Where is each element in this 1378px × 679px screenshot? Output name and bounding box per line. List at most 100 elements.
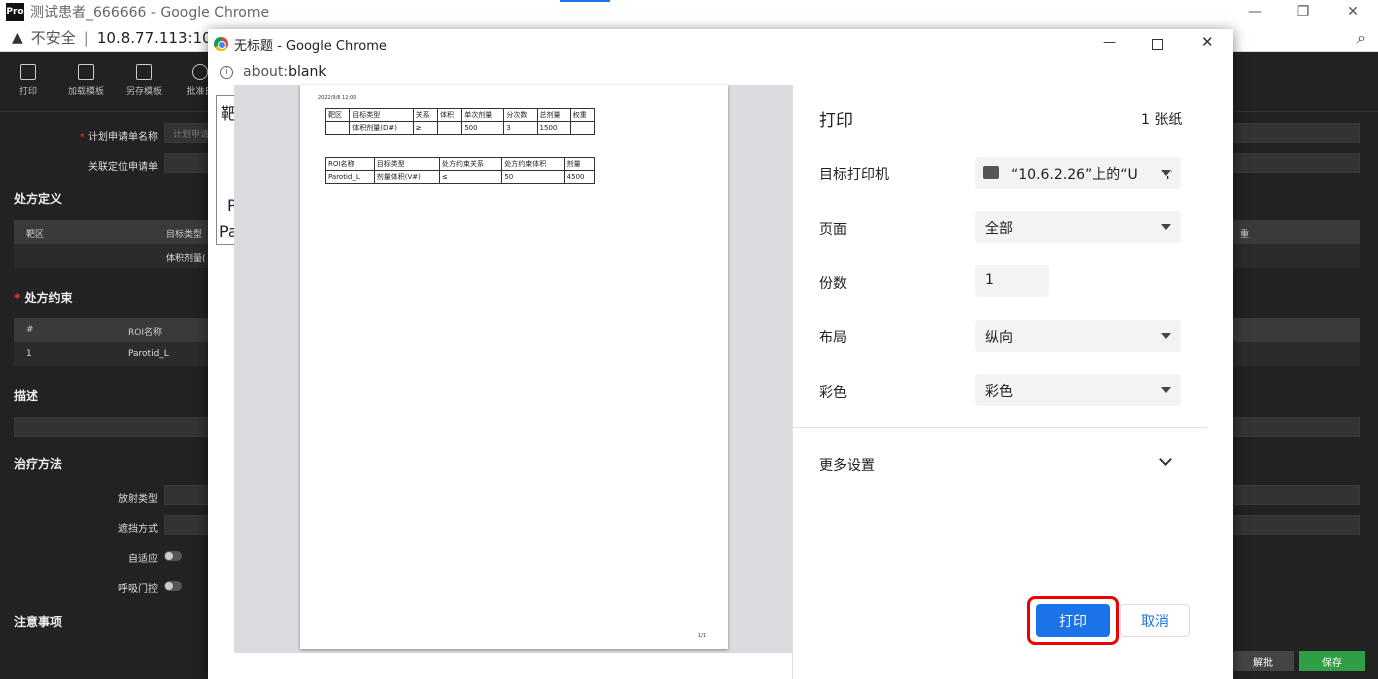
print-icon bbox=[20, 64, 36, 80]
column-header: 目标类型 bbox=[166, 230, 203, 240]
toolbar-print-button[interactable]: 打印 bbox=[8, 64, 48, 97]
more-settings-toggle[interactable]: 更多设置 bbox=[793, 441, 1207, 485]
layout-value: 纵向 bbox=[985, 330, 1013, 346]
radiation-type-label: 放射类型 bbox=[118, 494, 158, 505]
maximize-icon[interactable] bbox=[1152, 39, 1163, 50]
tab-indicator bbox=[560, 0, 610, 2]
table-cell: 1500 bbox=[536, 121, 571, 135]
table-cell: 体积 bbox=[436, 108, 463, 122]
approve-button[interactable]: 解批 bbox=[1232, 651, 1294, 671]
color-label: 彩色 bbox=[819, 385, 847, 401]
outer-titlebar: Pro 测试患者_666666 - Google Chrome — ❐ ✕ bbox=[0, 0, 1378, 24]
adaptive-label: 自适应 bbox=[128, 554, 158, 565]
toolbar-save-template-button[interactable]: 另存模板 bbox=[124, 64, 164, 97]
layout-label: 布局 bbox=[819, 330, 847, 346]
zoom-icon[interactable]: ⌕ bbox=[1357, 28, 1366, 48]
table-cell: 剂量 bbox=[563, 157, 596, 171]
color-select[interactable]: 彩色 bbox=[975, 374, 1181, 406]
table-cell bbox=[569, 121, 596, 135]
popup-url-prefix: about: bbox=[243, 64, 289, 80]
constraints-section-title: * 处方约束 bbox=[14, 291, 73, 305]
table-cell: 靶区 bbox=[324, 108, 351, 122]
toolbar-label: 另存模板 bbox=[125, 87, 162, 97]
table-cell: 体积剂量(D#) bbox=[349, 121, 414, 135]
column-header: ROI名称 bbox=[128, 328, 162, 338]
table-cell: 处方约束关系 bbox=[438, 157, 503, 171]
table-cell: 单次剂量 bbox=[461, 108, 505, 122]
printer-icon bbox=[983, 166, 999, 179]
popup-url: blank bbox=[288, 64, 327, 80]
sheet-count: 1 张纸 bbox=[1141, 112, 1183, 128]
save-template-icon bbox=[136, 64, 152, 80]
minimize-icon[interactable]: — bbox=[1232, 0, 1278, 24]
table-cell: 体积剂量( bbox=[166, 254, 206, 264]
table-cell: ROI名称 bbox=[325, 157, 375, 171]
table-cell: 分次数 bbox=[503, 108, 538, 122]
table-cell bbox=[436, 121, 463, 135]
adaptive-toggle[interactable] bbox=[164, 551, 182, 561]
outer-url[interactable]: 10.8.77.113:100 bbox=[97, 29, 221, 47]
approve-icon bbox=[192, 64, 208, 80]
dropdown-caret-icon bbox=[1161, 387, 1171, 393]
print-dialog-body: 靶 P Pa 2022/9/8 12:00 靶区 目标类型 关系 体积 单次剂量… bbox=[208, 85, 1233, 679]
print-settings-title: 打印 bbox=[819, 111, 853, 131]
printer-label: 目标打印机 bbox=[819, 167, 889, 183]
table-cell: ≤ bbox=[438, 170, 503, 184]
table-cell: 目标类型 bbox=[373, 157, 440, 171]
column-header: # bbox=[26, 325, 34, 335]
cancel-button[interactable]: 取消 bbox=[1120, 604, 1190, 637]
treatment-section-title: 治疗方法 bbox=[14, 457, 63, 471]
table-row: Parotid_L 剂量体积(V#) ≤ 50 4500 bbox=[325, 170, 596, 184]
description-section-title: 描述 bbox=[14, 389, 39, 403]
copies-label: 份数 bbox=[819, 276, 847, 292]
info-icon: i bbox=[220, 65, 233, 79]
print-preview-area: 2022/9/8 12:00 靶区 目标类型 关系 体积 单次剂量 分次数 总剂… bbox=[234, 85, 792, 653]
save-button[interactable]: 保存 bbox=[1299, 651, 1365, 671]
gating-toggle[interactable] bbox=[164, 581, 182, 591]
pages-select[interactable]: 全部 bbox=[975, 211, 1181, 243]
load-template-icon bbox=[78, 64, 94, 80]
popup-titlebar: 无标题 - Google Chrome — ✕ bbox=[208, 29, 1233, 59]
toolbar-load-template-button[interactable]: 加载模板 bbox=[66, 64, 106, 97]
table-cell: 目标类型 bbox=[349, 108, 414, 122]
restore-icon[interactable]: ❐ bbox=[1280, 0, 1326, 24]
table-row: 体积剂量(D#) ≥ 500 3 1500 bbox=[324, 121, 596, 135]
table-cell: 500 bbox=[461, 121, 505, 135]
table-cell: 50 bbox=[501, 170, 565, 184]
popup-address-bar[interactable]: i about: blank bbox=[208, 59, 1233, 85]
print-button[interactable]: 打印 bbox=[1036, 604, 1110, 637]
close-window-icon[interactable]: ✕ bbox=[1330, 0, 1376, 24]
plan-name-label: * 计划申请单名称 bbox=[79, 132, 158, 143]
table-cell: 总剂量 bbox=[536, 108, 571, 122]
chrome-icon bbox=[214, 37, 228, 51]
printer-value: “10.6.2.26”上的“UIH pr bbox=[1011, 167, 1172, 183]
column-header: 重 bbox=[1240, 230, 1250, 240]
close-icon[interactable]: ✕ bbox=[1201, 33, 1214, 51]
notes-section-title: 注意事项 bbox=[14, 615, 63, 629]
minimize-icon[interactable]: — bbox=[1103, 35, 1116, 50]
table-cell: 剂量体积(V#) bbox=[373, 170, 440, 184]
print-settings-panel: 打印 1 张纸 目标打印机 “10.6.2.26”上的“UIH pr 页面 全部… bbox=[792, 85, 1207, 679]
warning-icon: ▲ bbox=[12, 29, 23, 46]
toolbar-label: 加载模板 bbox=[67, 87, 104, 97]
prescription-section-title: 处方定义 bbox=[14, 192, 63, 206]
preview-constraints-table: ROI名称 目标类型 处方约束关系 处方约束体积 剂量 Parotid_L 剂量… bbox=[325, 157, 596, 184]
copies-input[interactable]: 1 bbox=[975, 265, 1049, 297]
table-cell: Parotid_L bbox=[128, 349, 169, 359]
layout-select[interactable]: 纵向 bbox=[975, 320, 1181, 352]
color-value: 彩色 bbox=[985, 384, 1013, 400]
pages-label: 页面 bbox=[819, 222, 847, 238]
address-separator: | bbox=[83, 28, 89, 47]
table-cell: 1 bbox=[26, 349, 32, 359]
preview-page-number: 1/1 bbox=[698, 633, 707, 639]
chevron-down-icon bbox=[1159, 453, 1172, 466]
printer-select[interactable]: “10.6.2.26”上的“UIH pr bbox=[975, 157, 1181, 189]
popup-window-title: 无标题 - Google Chrome bbox=[234, 38, 387, 54]
table-cell: 关系 bbox=[412, 108, 438, 122]
table-cell: ≥ bbox=[412, 121, 438, 135]
table-row: ROI名称 目标类型 处方约束关系 处方约束体积 剂量 bbox=[325, 157, 596, 171]
shield-method-label: 遮挡方式 bbox=[118, 524, 158, 535]
pages-value: 全部 bbox=[985, 221, 1013, 237]
outer-window-title: 测试患者_666666 - Google Chrome bbox=[30, 5, 270, 21]
app-logo: Pro bbox=[6, 3, 24, 21]
